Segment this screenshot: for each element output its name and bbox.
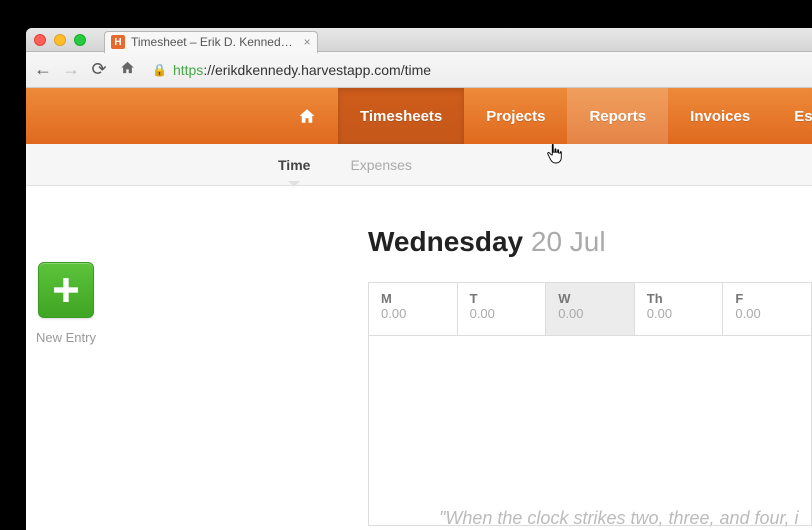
plus-icon: [50, 274, 82, 306]
home-icon: [120, 60, 135, 75]
nav-timesheets[interactable]: Timesheets: [338, 88, 464, 144]
nav-projects[interactable]: Projects: [464, 88, 567, 144]
timesheet-entries-area: "When the clock strikes two, three, and …: [368, 336, 812, 526]
week-day-value: 0.00: [735, 306, 799, 321]
new-entry-label: New Entry: [36, 330, 96, 345]
main-nav: Timesheets Projects Reports Invoices Est…: [26, 88, 812, 144]
day-name: Wednesday: [368, 226, 523, 257]
subnav-time[interactable]: Time: [278, 157, 310, 173]
address-bar[interactable]: 🔒 https://erikdkennedy.harvestapp.com/ti…: [146, 62, 804, 78]
week-day-value: 0.00: [470, 306, 534, 321]
week-day-abbr: T: [470, 291, 534, 306]
browser-tab[interactable]: H Timesheet – Erik D. Kenned… ×: [104, 31, 318, 53]
nav-reports[interactable]: Reports: [567, 88, 668, 144]
browser-toolbar: ← → ⟳ 🔒 https://erikdkennedy.harvestapp.…: [26, 52, 812, 88]
week-day-abbr: F: [735, 291, 799, 306]
empty-state-quote: "When the clock strikes two, three, and …: [439, 508, 799, 529]
nav-estimates[interactable]: Estimates: [772, 88, 812, 144]
page-content: Wednesday 20 Jul New Entry M 0.00 T 0.00: [26, 186, 812, 526]
tab-title: Timesheet – Erik D. Kenned…: [131, 35, 293, 49]
day-date: 20 Jul: [531, 226, 606, 257]
week-day-mon[interactable]: M 0.00: [369, 283, 458, 335]
window-traffic-lights: [34, 34, 86, 46]
window-zoom-button[interactable]: [74, 34, 86, 46]
nav-invoices[interactable]: Invoices: [668, 88, 772, 144]
new-entry-button[interactable]: [38, 262, 94, 318]
week-day-tue[interactable]: T 0.00: [458, 283, 547, 335]
back-button[interactable]: ←: [34, 59, 52, 80]
new-entry-group: New Entry: [26, 262, 106, 345]
week-day-abbr: M: [381, 291, 445, 306]
tab-favicon: H: [111, 35, 125, 49]
subnav-expenses[interactable]: Expenses: [350, 157, 411, 173]
lock-icon: 🔒: [152, 63, 167, 77]
day-heading: Wednesday 20 Jul: [368, 226, 812, 258]
week-day-fri[interactable]: F 0.00: [723, 283, 811, 335]
nav-home[interactable]: [276, 88, 338, 144]
week-day-thu[interactable]: Th 0.00: [635, 283, 724, 335]
week-day-abbr: W: [558, 291, 622, 306]
url-protocol: https: [173, 62, 203, 78]
window-titlebar: H Timesheet – Erik D. Kenned… ×: [26, 28, 812, 52]
house-icon: [298, 107, 316, 125]
week-day-wed[interactable]: W 0.00: [546, 283, 635, 335]
browser-window: H Timesheet – Erik D. Kenned… × ← → ⟳ 🔒 …: [26, 28, 812, 530]
week-selector: M 0.00 T 0.00 W 0.00 Th 0.00 F 0.00: [368, 282, 812, 336]
week-day-value: 0.00: [558, 306, 622, 321]
week-day-value: 0.00: [381, 306, 445, 321]
sub-nav: Time Expenses: [26, 144, 812, 186]
home-button[interactable]: [118, 59, 136, 80]
forward-button[interactable]: →: [62, 59, 80, 80]
reload-button[interactable]: ⟳: [90, 59, 108, 80]
week-day-abbr: Th: [647, 291, 711, 306]
tab-close-icon[interactable]: ×: [304, 35, 311, 49]
url-path: ://erikdkennedy.harvestapp.com/time: [203, 62, 431, 78]
window-close-button[interactable]: [34, 34, 46, 46]
week-day-value: 0.00: [647, 306, 711, 321]
window-minimize-button[interactable]: [54, 34, 66, 46]
